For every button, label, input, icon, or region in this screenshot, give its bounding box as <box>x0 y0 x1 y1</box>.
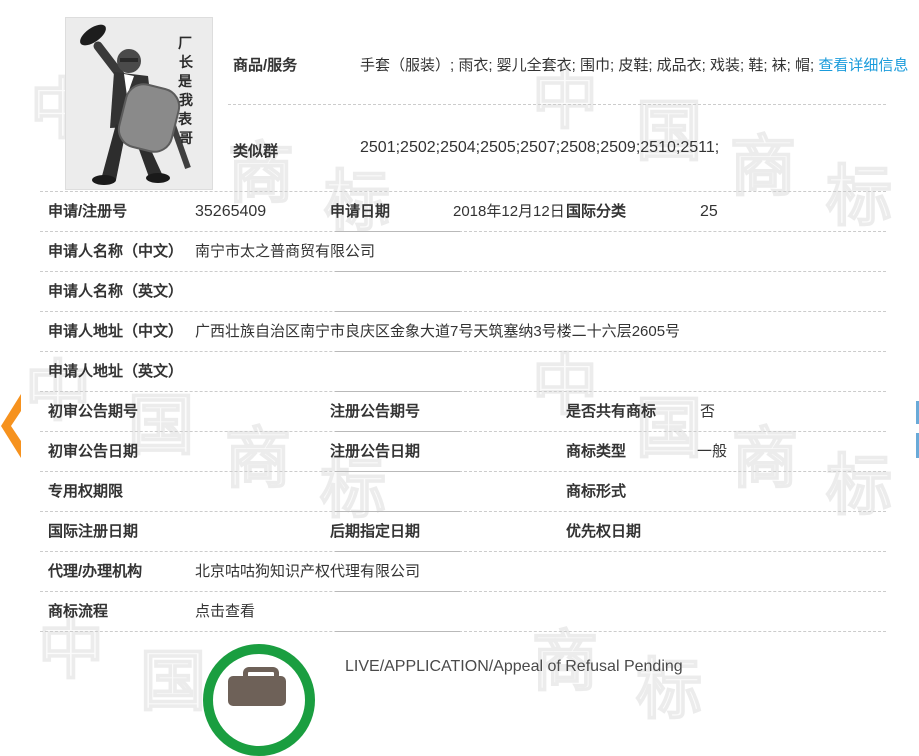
row-label: 申请/注册号 <box>48 192 127 231</box>
row-value: 一般 <box>697 432 727 471</box>
row-value: 2018年12月12日 <box>453 192 565 231</box>
row-label: 注册公告期号 <box>330 392 420 431</box>
row-label: 是否共有商标 <box>566 392 656 431</box>
table-row: 申请/注册号 35265409 申请日期 2018年12月12日国际分类 25 <box>40 192 886 232</box>
row-label: 申请人名称（中文） <box>48 232 183 271</box>
trademark-photo-drawing: 厂 长 是 我 表 哥 <box>66 18 212 189</box>
row-label: 商标类型 <box>566 432 626 471</box>
status-text: LIVE/APPLICATION/Appeal of Refusal Pendi… <box>345 658 683 676</box>
trademark-image[interactable]: 厂 长 是 我 表 哥 <box>65 17 213 190</box>
row-value: 25 <box>700 192 718 231</box>
table-row: 申请人地址（中文） 广西壮族自治区南宁市良庆区金象大道7号天筑塞纳3号楼二十六层2… <box>40 312 886 352</box>
table-row: 申请人名称（中文） 南宁市太之普商贸有限公司 <box>40 232 886 272</box>
similar-group-label: 类似群 <box>233 140 278 161</box>
svg-text:表: 表 <box>177 111 193 128</box>
goods-separator <box>228 104 886 105</box>
svg-text:是: 是 <box>178 74 193 90</box>
svg-text:长: 长 <box>179 54 194 71</box>
row-value: 广西壮族自治区南宁市良庆区金象大道7号天筑塞纳3号楼二十六层2605号 <box>195 312 680 351</box>
svg-text:我: 我 <box>179 93 193 109</box>
similar-group-value: 2501;2502;2504;2505;2507;2508;2509;2510;… <box>360 139 719 157</box>
row-label: 申请人地址（英文） <box>48 352 183 391</box>
table-row: 申请人地址（英文） <box>40 352 886 392</box>
row-value: 南宁市太之普商贸有限公司 <box>195 232 375 271</box>
row-label: 申请日期 <box>330 192 390 231</box>
table-row: 申请人名称（英文） <box>40 272 886 312</box>
row-label: 申请人地址（中文） <box>48 312 183 351</box>
row-divider-solid-segment <box>335 631 460 632</box>
briefcase-handle-icon <box>243 667 279 686</box>
row-label: 初审公告期号 <box>48 392 138 431</box>
row-label: 后期指定日期 <box>330 512 420 551</box>
row-label: 专用权期限 <box>48 472 123 511</box>
table-row: 初审公告日期 注册公告日期 商标类型 一般 <box>40 432 886 472</box>
table-row: 专用权期限 商标形式 <box>40 472 886 512</box>
row-label: 国际分类 <box>566 192 626 231</box>
collapse-panel-arrow[interactable] <box>0 393 22 459</box>
row-label: 商标形式 <box>566 472 626 511</box>
row-value: 北京咕咕狗知识产权代理有限公司 <box>195 552 420 591</box>
trademark-info-table: 申请/注册号35265409申请日期2018年12月12日国际分类25申请人名称… <box>40 191 886 632</box>
view-details-link[interactable]: 查看详细信息 <box>818 57 908 74</box>
goods-services-label: 商品/服务 <box>233 54 297 75</box>
row-label: 优先权日期 <box>566 512 641 551</box>
goods-services-value: 手套（服装）; 雨衣; 婴儿全套衣; 围巾; 皮鞋; 成品衣; 戏装; 鞋; 袜… <box>360 54 908 75</box>
row-label: 代理/办理机构 <box>48 552 142 591</box>
table-row: 代理/办理机构 北京咕咕狗知识产权代理有限公司 <box>40 552 886 592</box>
svg-text:哥: 哥 <box>179 131 193 147</box>
row-value: 35265409 <box>195 192 266 231</box>
row-label: 注册公告日期 <box>330 432 420 471</box>
row-label: 申请人名称（英文） <box>48 272 183 311</box>
row-label: 商标流程 <box>48 592 108 631</box>
table-row: 国际注册日期 后期指定日期 优先权日期 <box>40 512 886 552</box>
table-row: 初审公告期号 注册公告期号 是否共有商标 否 <box>40 392 886 432</box>
row-link[interactable]: 点击查看 <box>195 592 255 631</box>
table-row: 商标流程 点击查看 <box>40 592 886 632</box>
svg-text:厂: 厂 <box>178 36 192 52</box>
row-label: 国际注册日期 <box>48 512 138 551</box>
row-label: 初审公告日期 <box>48 432 138 471</box>
row-value: 否 <box>700 392 715 431</box>
